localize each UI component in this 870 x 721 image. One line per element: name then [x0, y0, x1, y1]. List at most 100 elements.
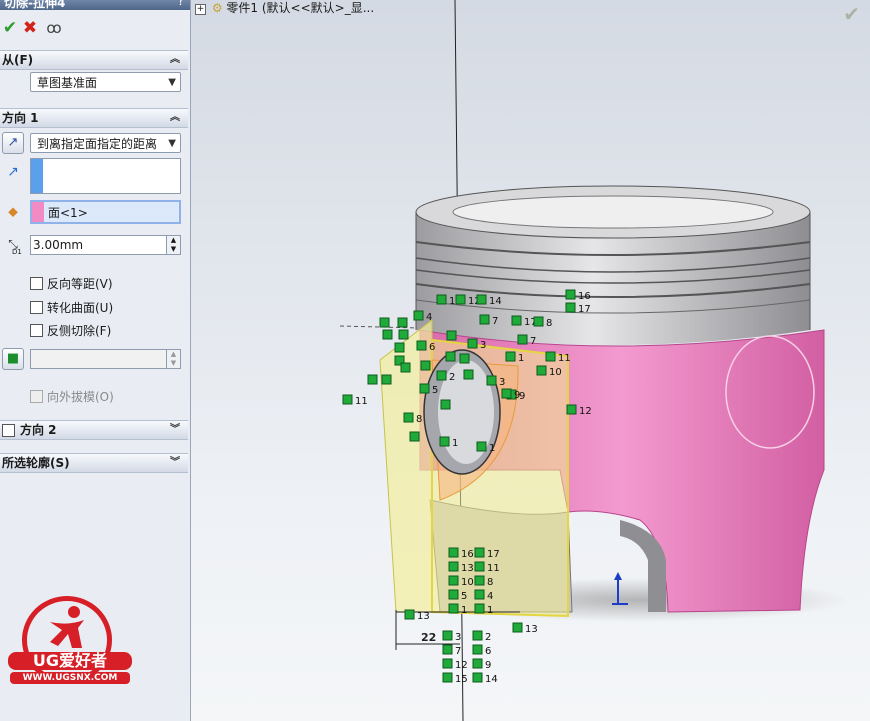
distance-input[interactable]: 3.00mm ▲ ▼: [30, 235, 181, 255]
reverse-direction-button[interactable]: ↗: [2, 132, 24, 154]
relation-marker[interactable]: [486, 375, 497, 386]
relation-marker[interactable]: [404, 609, 415, 620]
relation-marker[interactable]: [445, 351, 456, 362]
relation-marker[interactable]: [474, 589, 485, 600]
dimension-text[interactable]: 22: [421, 631, 436, 644]
relation-marker[interactable]: [459, 353, 470, 364]
relation-marker[interactable]: [442, 630, 453, 641]
checkbox-box[interactable]: [30, 390, 43, 403]
relation-label: 11: [558, 353, 571, 364]
relation-marker[interactable]: [545, 351, 556, 362]
relation-marker[interactable]: [476, 441, 487, 452]
relation-marker[interactable]: [474, 575, 485, 586]
relation-marker[interactable]: [472, 644, 483, 655]
checkbox-box[interactable]: [30, 301, 43, 314]
face-selection-box[interactable]: 面<1>: [30, 200, 181, 224]
direction2-group-header[interactable]: 方向 2 ︾: [0, 420, 188, 440]
relation-marker[interactable]: [379, 317, 390, 328]
relation-label: 6: [485, 646, 491, 657]
relation-marker[interactable]: [442, 658, 453, 669]
relation-marker[interactable]: [442, 644, 453, 655]
from-group-header[interactable]: 从(F) ︽: [0, 50, 188, 70]
expand-icon[interactable]: ︾: [170, 454, 180, 472]
collapse-icon[interactable]: ︽: [170, 51, 180, 69]
relation-marker[interactable]: [448, 603, 459, 614]
direction-vector-box[interactable]: [30, 158, 181, 194]
help-button[interactable]: ?: [178, 0, 184, 8]
checkbox-box[interactable]: [30, 277, 43, 290]
selected-contours-header[interactable]: 所选轮廓(S) ︾: [0, 453, 188, 473]
relation-label: 12: [455, 660, 468, 671]
relation-label: 3: [499, 377, 505, 388]
relation-marker[interactable]: [505, 351, 516, 362]
relation-marker[interactable]: [474, 547, 485, 558]
from-select[interactable]: 草图基准面 ▼: [30, 72, 181, 92]
checkbox-box[interactable]: [30, 324, 43, 337]
distance-spinner[interactable]: ▲ ▼: [166, 236, 180, 254]
relation-marker[interactable]: [381, 374, 392, 385]
relation-marker[interactable]: [448, 589, 459, 600]
reverse-offset-label: 反向等距(V): [47, 277, 113, 291]
relation-marker[interactable]: [474, 561, 485, 572]
relation-marker[interactable]: [533, 316, 544, 327]
relation-marker[interactable]: [512, 622, 523, 633]
relation-marker[interactable]: [476, 294, 487, 305]
relation-marker[interactable]: [436, 370, 447, 381]
draft-button[interactable]: ■: [2, 348, 24, 370]
draft-spinner[interactable]: ▲ ▼: [166, 350, 180, 368]
x-icon[interactable]: ✖: [20, 18, 40, 38]
relation-marker[interactable]: [566, 404, 577, 415]
direction2-checkbox[interactable]: [2, 424, 15, 437]
relation-marker[interactable]: [409, 431, 420, 442]
relation-marker[interactable]: [439, 436, 450, 447]
relation-marker[interactable]: [565, 289, 576, 300]
relation-marker[interactable]: [463, 369, 474, 380]
relation-marker[interactable]: [472, 672, 483, 683]
collapse-icon[interactable]: ︽: [170, 109, 180, 127]
relation-marker[interactable]: [474, 603, 485, 614]
relation-marker[interactable]: [413, 310, 424, 321]
relation-marker[interactable]: [501, 388, 512, 399]
end-condition-select[interactable]: 到离指定面指定的距离 ▼: [30, 133, 181, 153]
expand-icon[interactable]: ︾: [170, 421, 180, 439]
relation-marker[interactable]: [565, 302, 576, 313]
relation-marker[interactable]: [403, 412, 414, 423]
draft-angle-input[interactable]: ▲ ▼: [30, 349, 181, 369]
relation-marker[interactable]: [467, 338, 478, 349]
graphics-area[interactable]: + ⚙ 零件1 (默认<<默认>_显... ✔ 22 16 12 14 16 1…: [191, 0, 870, 721]
relation-marker[interactable]: [397, 317, 408, 328]
relation-marker[interactable]: [419, 383, 430, 394]
relation-marker[interactable]: [400, 362, 411, 373]
reverse-offset-checkbox[interactable]: 反向等距(V): [30, 275, 113, 293]
flip-side-checkbox[interactable]: 反侧切除(F): [30, 322, 111, 340]
relation-marker[interactable]: [382, 329, 393, 340]
relation-label: 4: [487, 591, 493, 602]
relation-marker[interactable]: [448, 561, 459, 572]
relation-marker[interactable]: [367, 374, 378, 385]
relation-label: 15: [455, 674, 468, 685]
relation-marker[interactable]: [479, 314, 490, 325]
relation-marker[interactable]: [517, 334, 528, 345]
relation-marker[interactable]: [511, 315, 522, 326]
relation-marker[interactable]: [472, 630, 483, 641]
relation-marker[interactable]: [455, 294, 466, 305]
glasses-icon[interactable]: ꝏ: [44, 18, 64, 38]
relation-marker[interactable]: [446, 330, 457, 341]
translate-surface-checkbox[interactable]: 转化曲面(U): [30, 299, 113, 317]
relation-marker[interactable]: [398, 329, 409, 340]
relation-marker[interactable]: [448, 547, 459, 558]
relation-marker[interactable]: [394, 342, 405, 353]
relation-marker[interactable]: [342, 394, 353, 405]
check-icon[interactable]: ✔: [0, 18, 20, 38]
relation-marker[interactable]: [442, 672, 453, 683]
direction1-group-header[interactable]: 方向 1 ︽: [0, 108, 188, 128]
blue-swatch: [31, 159, 43, 193]
relation-marker[interactable]: [448, 575, 459, 586]
relation-marker[interactable]: [436, 294, 447, 305]
draft-outward-checkbox[interactable]: 向外拔模(O): [30, 388, 114, 406]
relation-marker[interactable]: [472, 658, 483, 669]
relation-marker[interactable]: [440, 399, 451, 410]
relation-marker[interactable]: [536, 365, 547, 376]
relation-marker[interactable]: [420, 360, 431, 371]
relation-marker[interactable]: [416, 340, 427, 351]
